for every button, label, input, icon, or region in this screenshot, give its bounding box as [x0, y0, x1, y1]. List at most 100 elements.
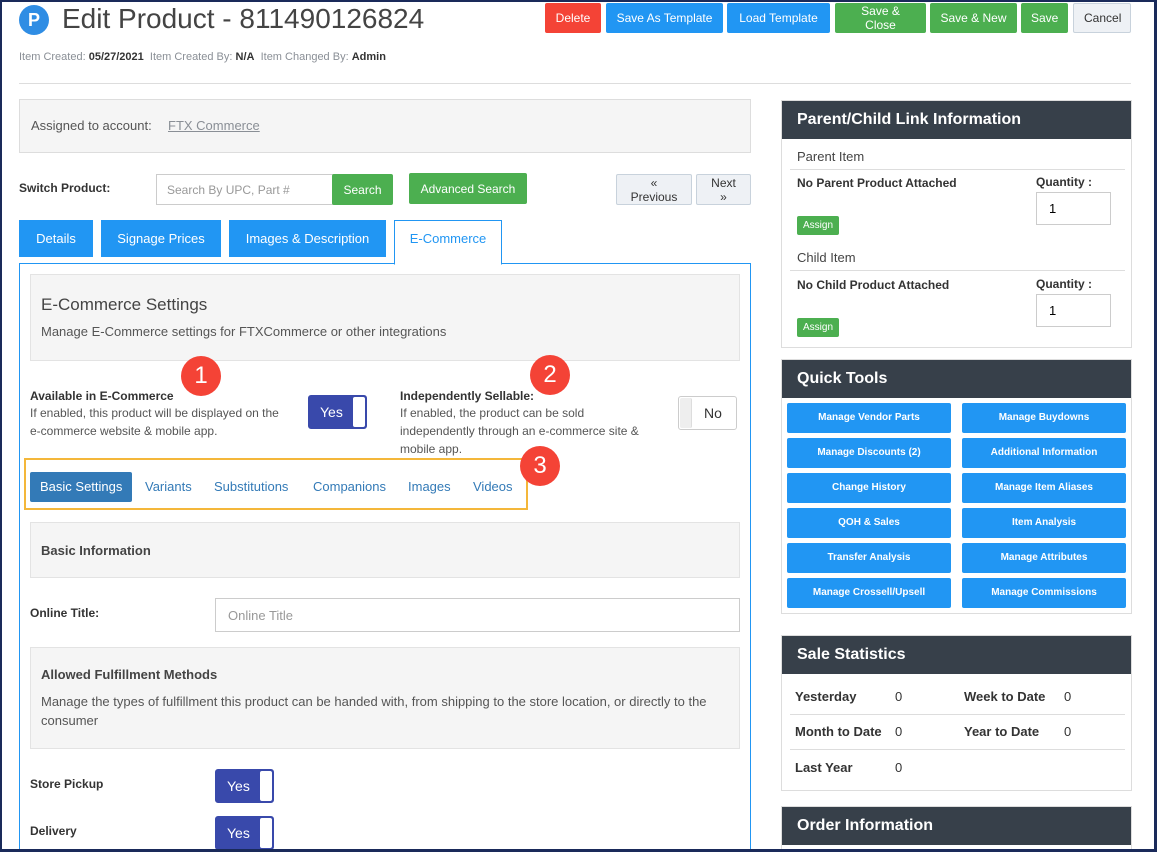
tab-ecommerce[interactable]: E-Commerce: [394, 220, 502, 265]
basic-information-title: Basic Information: [41, 543, 151, 558]
subtab-images[interactable]: Images: [408, 472, 451, 502]
manage-item-aliases-button[interactable]: Manage Item Aliases: [962, 473, 1126, 503]
sale-statistics-panel: Sale Statistics Yesterday 0 Week to Date…: [781, 635, 1132, 791]
item-meta: Item Created: 05/27/2021 Item Created By…: [19, 51, 386, 63]
child-status: No Child Product Attached: [797, 278, 950, 292]
toggle-label: Yes: [227, 825, 250, 841]
changed-by-label: Item Changed By:: [260, 51, 349, 63]
switch-product-label: Switch Product:: [19, 181, 111, 195]
created-by-value: N/A: [235, 51, 255, 63]
previous-button[interactable]: « Previous: [616, 174, 692, 205]
account-box: Assigned to account: FTX Commerce: [19, 99, 751, 153]
independently-sellable-toggle[interactable]: No: [678, 396, 737, 430]
toggle-label: Yes: [320, 404, 343, 420]
store-pickup-label: Store Pickup: [30, 777, 104, 791]
divider: [19, 83, 1131, 84]
online-title-label: Online Title:: [30, 606, 100, 620]
parent-quantity-label: Quantity :: [1036, 175, 1092, 189]
child-quantity-input[interactable]: [1036, 294, 1111, 327]
callout-badge-2: 2: [530, 355, 570, 395]
tab-images-description[interactable]: Images & Description: [229, 220, 386, 257]
basic-information-box: Basic Information: [30, 522, 740, 578]
divider: [790, 169, 1125, 170]
subtab-variants[interactable]: Variants: [145, 472, 192, 502]
divider: [790, 749, 1125, 750]
available-ecommerce-desc: If enabled, this product will be display…: [30, 406, 279, 438]
fulfillment-desc: Manage the types of fulfillment this pro…: [41, 694, 707, 728]
qoh-sales-button[interactable]: QOH & Sales: [787, 508, 951, 538]
next-button[interactable]: Next »: [696, 174, 751, 205]
advanced-search-button[interactable]: Advanced Search: [409, 173, 527, 204]
load-template-button[interactable]: Load Template: [727, 3, 830, 33]
stat-value: 0: [895, 689, 903, 704]
product-search-input[interactable]: [156, 174, 334, 205]
available-ecommerce-title: Available in E-Commerce: [30, 389, 174, 403]
parent-status: No Parent Product Attached: [797, 176, 957, 190]
online-title-input[interactable]: [215, 598, 740, 632]
parent-assign-button[interactable]: Assign: [797, 216, 839, 235]
changed-by-value: Admin: [351, 51, 386, 63]
store-pickup-toggle[interactable]: Yes: [215, 769, 274, 803]
ecommerce-settings-title: E-Commerce Settings: [41, 295, 208, 314]
account-label: Assigned to account:: [31, 118, 152, 133]
change-history-button[interactable]: Change History: [787, 473, 951, 503]
manage-buydowns-button[interactable]: Manage Buydowns: [962, 403, 1126, 433]
quick-tools-panel: Quick Tools Manage Vendor Parts Manage B…: [781, 359, 1132, 614]
additional-information-button[interactable]: Additional Information: [962, 438, 1126, 468]
transfer-analysis-button[interactable]: Transfer Analysis: [787, 543, 951, 573]
stat-label: Yesterday: [795, 689, 857, 704]
order-information-title: Order Information: [782, 807, 1131, 845]
child-quantity-label: Quantity :: [1036, 277, 1092, 291]
available-ecommerce-toggle[interactable]: Yes: [308, 395, 367, 429]
order-information-panel: Order Information: [781, 806, 1132, 852]
subtab-basic-settings[interactable]: Basic Settings: [30, 472, 133, 502]
manage-crossell-upsell-button[interactable]: Manage Crossell/Upsell: [787, 578, 951, 608]
toggle-label: Yes: [227, 778, 250, 794]
delivery-toggle[interactable]: Yes: [215, 816, 274, 850]
save-new-button[interactable]: Save & New: [930, 3, 1017, 33]
app-logo: P: [19, 5, 49, 35]
save-close-button[interactable]: Save & Close: [835, 3, 926, 33]
toggle-label: No: [704, 405, 722, 421]
divider: [790, 270, 1125, 271]
manage-vendor-parts-button[interactable]: Manage Vendor Parts: [787, 403, 951, 433]
search-button[interactable]: Search: [332, 174, 393, 205]
stat-value: 0: [1064, 689, 1072, 704]
save-button[interactable]: Save: [1021, 3, 1068, 33]
stat-value: 0: [1064, 724, 1072, 739]
page-title: Edit Product - 811490126824: [62, 3, 425, 34]
independently-sellable-title: Independently Sellable:: [400, 389, 535, 403]
account-link[interactable]: FTX Commerce: [168, 118, 260, 133]
parent-item-label: Parent Item: [797, 149, 865, 164]
subtab-substitutions[interactable]: Substitutions: [214, 472, 288, 502]
stat-value: 0: [895, 760, 903, 775]
divider: [790, 714, 1125, 715]
delete-button[interactable]: Delete: [545, 3, 601, 33]
manage-discounts-button[interactable]: Manage Discounts (2): [787, 438, 951, 468]
child-item-label: Child Item: [797, 250, 856, 265]
save-as-template-button[interactable]: Save As Template: [606, 3, 723, 33]
fulfillment-box: Allowed Fulfillment Methods Manage the t…: [30, 647, 740, 749]
created-by-label: Item Created By:: [149, 51, 233, 63]
callout-badge-1: 1: [181, 356, 221, 396]
subtab-companions[interactable]: Companions: [313, 472, 386, 502]
toggle-knob: [260, 818, 272, 848]
cancel-button[interactable]: Cancel: [1073, 3, 1131, 33]
manage-attributes-button[interactable]: Manage Attributes: [962, 543, 1126, 573]
callout-badge-3: 3: [520, 446, 560, 486]
toggle-knob: [260, 771, 272, 801]
tab-signage-prices[interactable]: Signage Prices: [101, 220, 221, 257]
parent-quantity-input[interactable]: [1036, 192, 1111, 225]
child-assign-button[interactable]: Assign: [797, 318, 839, 337]
subtab-videos[interactable]: Videos: [473, 472, 513, 502]
delivery-label: Delivery: [30, 824, 77, 838]
item-analysis-button[interactable]: Item Analysis: [962, 508, 1126, 538]
toggle-knob: [680, 398, 692, 428]
ecommerce-settings-header: E-Commerce Settings Manage E-Commerce se…: [30, 274, 740, 361]
manage-commissions-button[interactable]: Manage Commissions: [962, 578, 1126, 608]
toggle-knob: [353, 397, 365, 427]
quick-tools-title: Quick Tools: [782, 360, 1131, 398]
stat-label: Month to Date: [795, 724, 882, 739]
created-label: Item Created:: [19, 51, 86, 63]
tab-details[interactable]: Details: [19, 220, 93, 257]
